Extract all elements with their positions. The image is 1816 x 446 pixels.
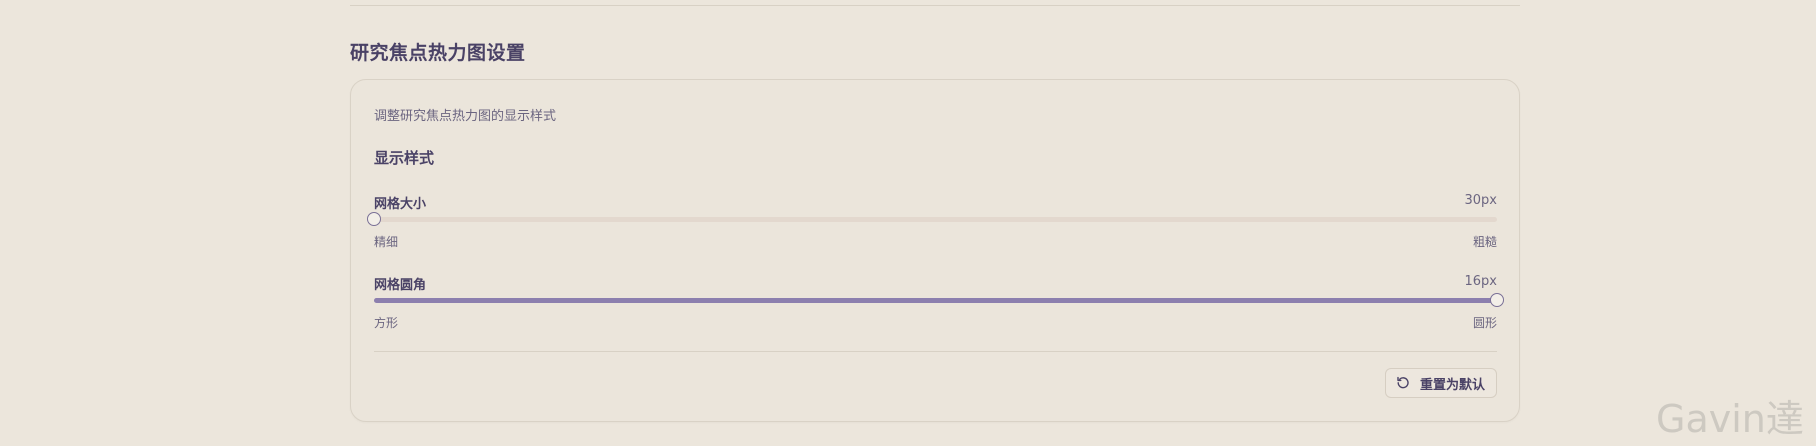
setting-value: 30px bbox=[1464, 193, 1498, 208]
watermark-text: Gavin達 bbox=[1656, 397, 1804, 441]
reset-button-label: 重置为默认 bbox=[1419, 377, 1485, 393]
card-description: 调整研究焦点热力图的显示样式 bbox=[374, 109, 557, 124]
slider-thumb[interactable] bbox=[367, 212, 381, 226]
range-max-label: 圆形 bbox=[1472, 316, 1497, 330]
slider-fill bbox=[374, 298, 1497, 303]
section-title: 研究焦点热力图设置 bbox=[350, 42, 526, 64]
card-divider bbox=[374, 351, 1497, 352]
reset-to-default-button[interactable]: 重置为默认 bbox=[1384, 368, 1497, 398]
setting-label: 网格圆角 bbox=[374, 278, 427, 293]
top-divider bbox=[350, 5, 1520, 6]
grid-size-slider[interactable] bbox=[367, 212, 1497, 226]
range-min-label: 方形 bbox=[374, 316, 399, 330]
grid-radius-slider[interactable] bbox=[374, 293, 1504, 307]
setting-label: 网格大小 bbox=[374, 197, 427, 212]
range-min-label: 精细 bbox=[374, 235, 399, 249]
group-title-display-style: 显示样式 bbox=[374, 149, 435, 167]
slider-thumb[interactable] bbox=[1490, 293, 1504, 307]
setting-grid-radius: 网格圆角 16px 方形 圆形 bbox=[374, 274, 1504, 334]
range-max-label: 粗糙 bbox=[1472, 235, 1497, 249]
setting-grid-size: 网格大小 30px 精细 粗糙 bbox=[367, 193, 1498, 253]
heatmap-settings-card: 调整研究焦点热力图的显示样式 显示样式 网格大小 30px 精细 粗糙 网格圆角… bbox=[350, 79, 1520, 422]
rotate-ccw-icon bbox=[1396, 376, 1410, 390]
setting-value: 16px bbox=[1464, 274, 1498, 289]
